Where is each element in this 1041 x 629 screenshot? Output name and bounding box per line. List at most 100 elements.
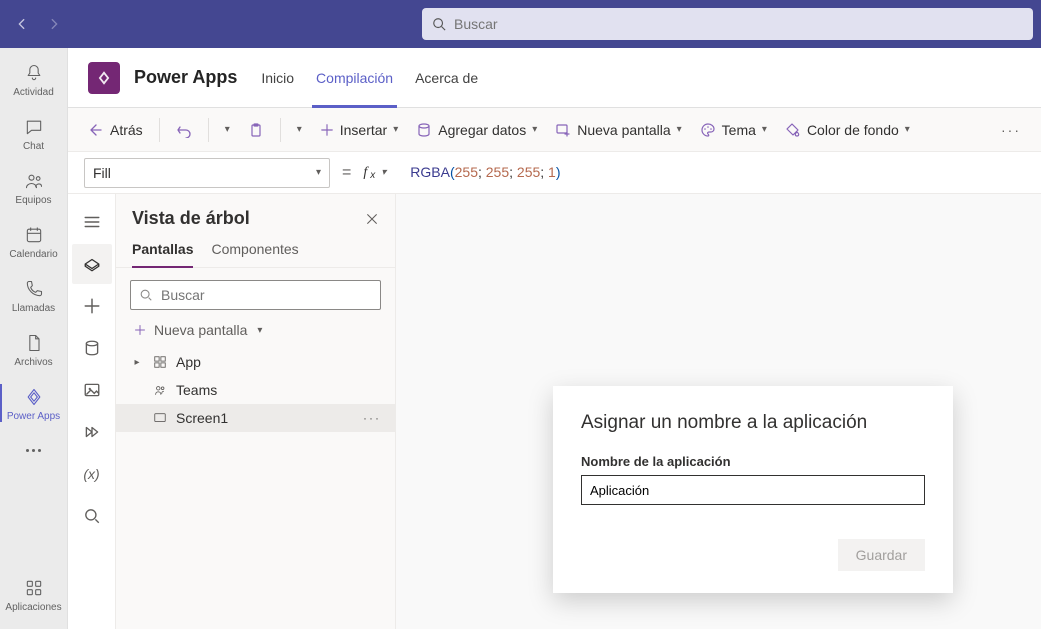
rail-item-label: Power Apps — [7, 411, 60, 422]
fx-button[interactable]: fx▾ — [363, 165, 386, 181]
ellipsis-icon: ··· — [1001, 122, 1021, 138]
tree-tab-components[interactable]: Componentes — [211, 235, 298, 267]
rail-item-label: Chat — [23, 141, 44, 152]
people-icon — [22, 169, 46, 193]
rail-item-chat[interactable]: Chat — [0, 106, 68, 160]
undo-icon — [176, 122, 192, 138]
global-search[interactable] — [422, 8, 1033, 40]
tree-search[interactable] — [130, 280, 381, 310]
app-tab-build[interactable]: Compilación — [312, 48, 397, 108]
app-name-label: Nombre de la aplicación — [581, 454, 925, 469]
app-rail: Actividad Chat Equipos Calendario Llamad… — [0, 48, 68, 629]
app-title: Power Apps — [134, 67, 237, 88]
rail-item-teams[interactable]: Equipos — [0, 160, 68, 214]
tool-hamburger[interactable] — [72, 202, 112, 242]
tree-item-teams[interactable]: Teams — [116, 376, 395, 404]
app-icon — [152, 354, 168, 370]
formula-input[interactable]: RGBA(255; 255; 255; 1) — [396, 164, 1025, 181]
tool-advanced[interactable] — [72, 412, 112, 452]
tree-item-more-button[interactable]: ··· — [363, 411, 381, 425]
bg-color-button[interactable]: Color de fondo ▾ — [779, 118, 916, 142]
rail-item-label: Actividad — [13, 87, 54, 98]
rail-item-apps[interactable]: Aplicaciones — [0, 567, 68, 621]
calendar-icon — [22, 223, 46, 247]
tree-item-app[interactable]: ▸ App — [116, 348, 395, 376]
app-tab-home[interactable]: Inicio — [257, 48, 298, 108]
tree-title: Vista de árbol — [132, 208, 250, 229]
tree-item-screen1[interactable]: Screen1 ··· — [116, 404, 395, 432]
clipboard-icon — [248, 122, 264, 138]
chevron-down-icon: ▾ — [393, 124, 398, 135]
rail-item-calls[interactable]: Llamadas — [0, 268, 68, 322]
nav-forward-button[interactable] — [40, 10, 68, 38]
back-button[interactable]: Atrás — [82, 118, 149, 142]
chevron-down-icon: ▾ — [905, 124, 910, 135]
search-icon — [432, 17, 446, 31]
undo-split-button[interactable]: ▾ — [219, 120, 236, 139]
rail-item-label: Calendario — [9, 249, 57, 260]
rail-item-label: Llamadas — [12, 303, 55, 314]
save-button[interactable]: Guardar — [838, 539, 925, 571]
command-bar: Atrás ▾ ▾ Insertar ▾ Agregar datos ▾ Nue… — [68, 108, 1041, 152]
close-panel-button[interactable] — [365, 212, 379, 226]
powerapps-app-icon — [88, 62, 120, 94]
rail-item-files[interactable]: Archivos — [0, 322, 68, 376]
name-app-dialog: Asignar un nombre a la aplicación Nombre… — [553, 386, 953, 593]
tree-tab-screens[interactable]: Pantallas — [132, 235, 193, 267]
nav-back-button[interactable] — [8, 10, 36, 38]
chevron-down-icon: ▾ — [257, 325, 262, 336]
chevron-down-icon: ▾ — [677, 124, 682, 135]
tool-variables[interactable]: (x) — [72, 454, 112, 494]
paste-button[interactable] — [242, 118, 270, 142]
apps-icon — [22, 576, 46, 600]
rail-item-label: Archivos — [14, 357, 52, 368]
dialog-title: Asignar un nombre a la aplicación — [581, 412, 925, 434]
tree-new-screen-button[interactable]: Nueva pantalla ▾ — [116, 316, 395, 344]
chevron-down-icon: ▾ — [316, 167, 321, 178]
chevron-down-icon: ▾ — [381, 167, 386, 178]
rail-item-label: Aplicaciones — [5, 602, 61, 613]
screen-plus-icon — [555, 122, 571, 138]
chevron-down-icon: ▾ — [762, 124, 767, 135]
phone-icon — [22, 277, 46, 301]
file-icon — [22, 331, 46, 355]
rail-item-label: Equipos — [15, 195, 51, 206]
rail-item-activity[interactable]: Actividad — [0, 52, 68, 106]
expand-icon[interactable]: ▸ — [130, 357, 144, 368]
tool-data[interactable] — [72, 328, 112, 368]
tool-search[interactable] — [72, 496, 112, 536]
title-bar — [0, 0, 1041, 48]
tool-tree-view[interactable] — [72, 244, 112, 284]
screen-icon — [152, 410, 168, 426]
back-arrow-icon — [88, 122, 104, 138]
formula-bar: Fill ▾ = fx▾ RGBA(255; 255; 255; 1) — [68, 152, 1041, 194]
rail-item-calendar[interactable]: Calendario — [0, 214, 68, 268]
equals-sign: = — [340, 164, 353, 182]
rail-item-powerapps[interactable]: Power Apps — [0, 376, 68, 430]
tool-media[interactable] — [72, 370, 112, 410]
powerapps-icon — [22, 385, 46, 409]
chevron-down-icon: ▾ — [297, 124, 302, 135]
app-name-input[interactable] — [581, 475, 925, 505]
rail-more-button[interactable] — [0, 430, 68, 470]
insert-button[interactable]: Insertar ▾ — [314, 118, 405, 142]
add-data-button[interactable]: Agregar datos ▾ — [410, 118, 543, 142]
app-tab-about[interactable]: Acerca de — [411, 48, 482, 108]
undo-button[interactable] — [170, 118, 198, 142]
theme-button[interactable]: Tema ▾ — [694, 118, 773, 142]
chevron-down-icon: ▾ — [225, 124, 230, 135]
chevron-down-icon: ▾ — [532, 124, 537, 135]
property-dropdown[interactable]: Fill ▾ — [84, 158, 330, 188]
tree-search-input[interactable] — [161, 287, 372, 303]
paste-split-button[interactable]: ▾ — [291, 120, 308, 139]
palette-icon — [700, 122, 716, 138]
new-screen-button[interactable]: Nueva pantalla ▾ — [549, 118, 687, 142]
bell-icon — [22, 61, 46, 85]
app-header: Power Apps Inicio Compilación Acerca de — [68, 48, 1041, 108]
overflow-button[interactable]: ··· — [995, 118, 1027, 142]
chat-icon — [22, 115, 46, 139]
plus-icon — [134, 324, 146, 336]
tool-insert[interactable] — [72, 286, 112, 326]
global-search-input[interactable] — [454, 16, 1023, 32]
plus-icon — [320, 123, 334, 137]
